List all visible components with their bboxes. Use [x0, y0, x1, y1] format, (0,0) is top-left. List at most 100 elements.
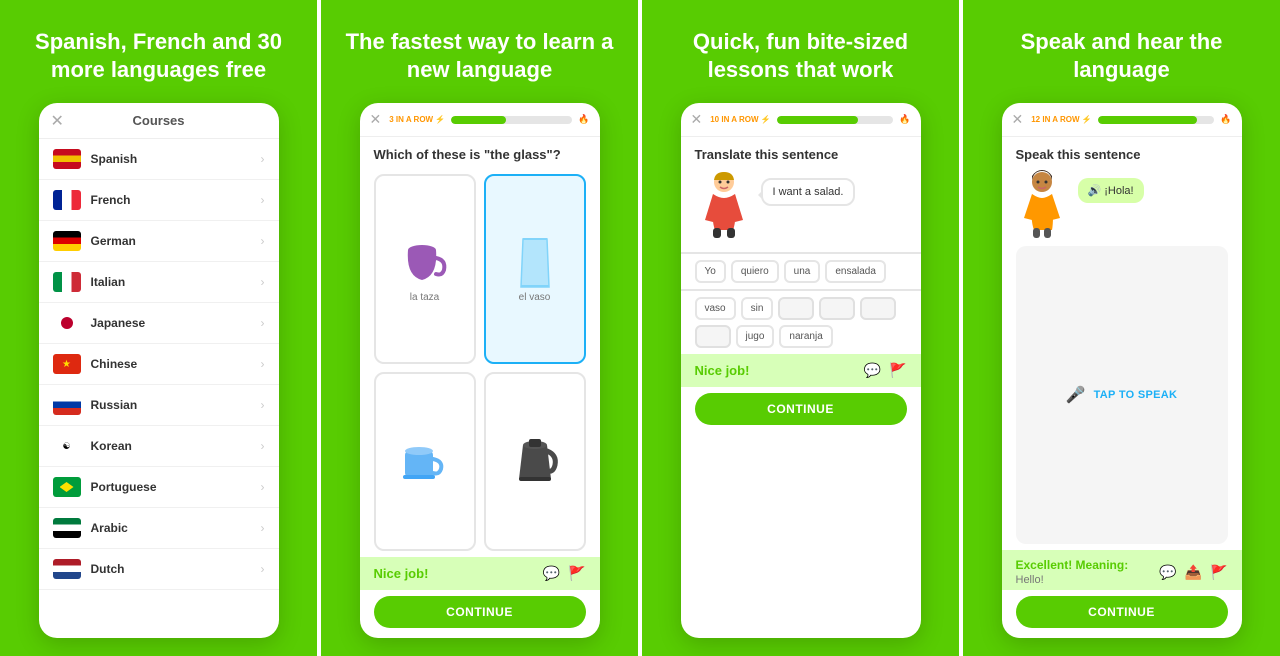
- close-icon[interactable]: ✕: [51, 111, 64, 131]
- progress-4-bar: [1098, 116, 1215, 124]
- quiz-card-3[interactable]: [374, 372, 476, 551]
- flag-kr: ☯: [53, 436, 81, 456]
- share-4-icon[interactable]: 📤: [1185, 564, 1202, 581]
- taza-img: [395, 238, 455, 288]
- course-item-it[interactable]: Italian›: [39, 262, 279, 303]
- vaso-img: [505, 238, 565, 288]
- flag-4-icon[interactable]: 🚩: [1210, 564, 1227, 581]
- quiz-card-4[interactable]: [484, 372, 586, 551]
- course-item-br[interactable]: Portuguese›: [39, 467, 279, 508]
- close-4-icon[interactable]: ✕: [1012, 111, 1024, 128]
- comment-icon[interactable]: 💬: [543, 565, 560, 582]
- course-item-ar[interactable]: Arabic›: [39, 508, 279, 549]
- streak-4: 12 IN A ROW ⚡: [1031, 115, 1091, 124]
- phone-2: ✕ 3 IN A ROW ⚡ 🔥 Which of these is "the …: [360, 103, 600, 638]
- course-item-es[interactable]: Spanish›: [39, 139, 279, 180]
- excellent-text: Excellent! Meaning:: [1016, 558, 1129, 572]
- progress-2-fill: [451, 116, 505, 124]
- continue-2-button[interactable]: CONTINUE: [374, 596, 586, 628]
- quiz-grid: la taza el vaso: [360, 168, 600, 557]
- panel-4-title: Speak and hear the language: [981, 28, 1262, 83]
- bank-sin[interactable]: sin: [741, 297, 774, 320]
- course-name-kr: Korean: [91, 439, 261, 453]
- flag-ru: [53, 395, 81, 415]
- course-list: Spanish›French›German›Italian›Japanese›★…: [39, 139, 279, 638]
- action-icons-4: 💬 📤 🚩: [1159, 564, 1227, 581]
- taza-label: la taza: [410, 292, 439, 303]
- chevron-icon: ›: [261, 193, 265, 207]
- quiz-card-vaso[interactable]: el vaso: [484, 174, 586, 364]
- bank-empty4: [695, 325, 731, 348]
- continue-4-button[interactable]: CONTINUE: [1016, 596, 1228, 628]
- panel-1-title: Spanish, French and 30 more languages fr…: [18, 28, 299, 83]
- answer-chip-yo[interactable]: Yo: [695, 260, 726, 283]
- quiz-2-header: ✕ 3 IN A ROW ⚡ 🔥: [360, 103, 600, 137]
- progress-2-bar: [451, 116, 572, 124]
- chevron-icon: ›: [261, 398, 265, 412]
- flag-es: [53, 149, 81, 169]
- course-item-ru[interactable]: Russian›: [39, 385, 279, 426]
- course-name-br: Portuguese: [91, 480, 261, 494]
- bank-empty1: [778, 297, 814, 320]
- chevron-icon: ›: [261, 152, 265, 166]
- speak-character-area: 🔊 ¡Hola!: [1016, 170, 1228, 238]
- character-3: [695, 170, 753, 238]
- answer-chip-una[interactable]: una: [784, 260, 821, 283]
- quiz-3-header: ✕ 10 IN A ROW ⚡ 🔥: [681, 103, 921, 137]
- courses-title: Courses: [132, 113, 184, 128]
- action-icons-2: 💬 🚩: [543, 565, 586, 582]
- flag-nl: [53, 559, 81, 579]
- nice-job-2-text: Nice job!: [374, 566, 429, 581]
- flag-icon[interactable]: 🚩: [568, 565, 585, 582]
- course-name-ru: Russian: [91, 398, 261, 412]
- word-bank: vaso sin jugo naranja: [681, 289, 921, 354]
- nice-job-2: Nice job! 💬 🚩: [360, 557, 600, 590]
- course-item-de[interactable]: German›: [39, 221, 279, 262]
- chevron-icon: ›: [261, 480, 265, 494]
- answer-chip-ensalada[interactable]: ensalada: [825, 260, 886, 283]
- mic-area[interactable]: 🎤 TAP TO SPEAK: [1016, 246, 1228, 544]
- flag-ar: [53, 518, 81, 538]
- flag-fr: [53, 190, 81, 210]
- chevron-icon: ›: [261, 316, 265, 330]
- comment-3-icon[interactable]: 💬: [864, 362, 881, 379]
- course-item-cn[interactable]: ★Chinese›: [39, 344, 279, 385]
- excellent-bar: Excellent! Meaning: Hello! 💬 📤 🚩: [1002, 550, 1242, 590]
- chevron-icon: ›: [261, 562, 265, 576]
- bank-jugo[interactable]: jugo: [736, 325, 775, 348]
- flag-3-icon[interactable]: 🚩: [889, 362, 906, 379]
- streak-3: 10 IN A ROW ⚡: [710, 115, 770, 124]
- nice-job-3: Nice job! 💬 🚩: [681, 354, 921, 387]
- panel-4: Speak and hear the language ✕ 12 IN A RO…: [959, 0, 1280, 656]
- flag-de: [53, 231, 81, 251]
- bank-naranja[interactable]: naranja: [779, 325, 832, 348]
- streak-2: 3 IN A ROW ⚡: [389, 115, 445, 124]
- answer-area[interactable]: Yo quiero una ensalada: [681, 252, 921, 289]
- phone-1: ✕ Courses Spanish›French›German›Italian›…: [39, 103, 279, 638]
- character-area: I want a salad.: [695, 170, 907, 238]
- close-2-icon[interactable]: ✕: [370, 111, 382, 128]
- flag-it: [53, 272, 81, 292]
- panel-2: The fastest way to learn a new language …: [317, 0, 638, 656]
- bank-vaso[interactable]: vaso: [695, 297, 736, 320]
- chevron-icon: ›: [261, 357, 265, 371]
- course-item-kr[interactable]: ☯Korean›: [39, 426, 279, 467]
- flag-cn: ★: [53, 354, 81, 374]
- character-4: [1016, 170, 1068, 238]
- answer-chip-quiero[interactable]: quiero: [731, 260, 779, 283]
- vaso-label: el vaso: [519, 292, 551, 303]
- comment-4-icon[interactable]: 💬: [1159, 564, 1176, 581]
- course-item-nl[interactable]: Dutch›: [39, 549, 279, 590]
- continue-3-button[interactable]: CONTINUE: [695, 393, 907, 425]
- progress-3-fill: [777, 116, 859, 124]
- course-name-it: Italian: [91, 275, 261, 289]
- quiz-card-taza[interactable]: la taza: [374, 174, 476, 364]
- course-name-jp: Japanese: [91, 316, 261, 330]
- mic-icon: 🎤: [1066, 385, 1086, 405]
- course-item-fr[interactable]: French›: [39, 180, 279, 221]
- course-item-jp[interactable]: Japanese›: [39, 303, 279, 344]
- close-3-icon[interactable]: ✕: [691, 111, 703, 128]
- flag-jp: [53, 313, 81, 333]
- tap-speak-text: TAP TO SPEAK: [1094, 389, 1178, 401]
- course-name-fr: French: [91, 193, 261, 207]
